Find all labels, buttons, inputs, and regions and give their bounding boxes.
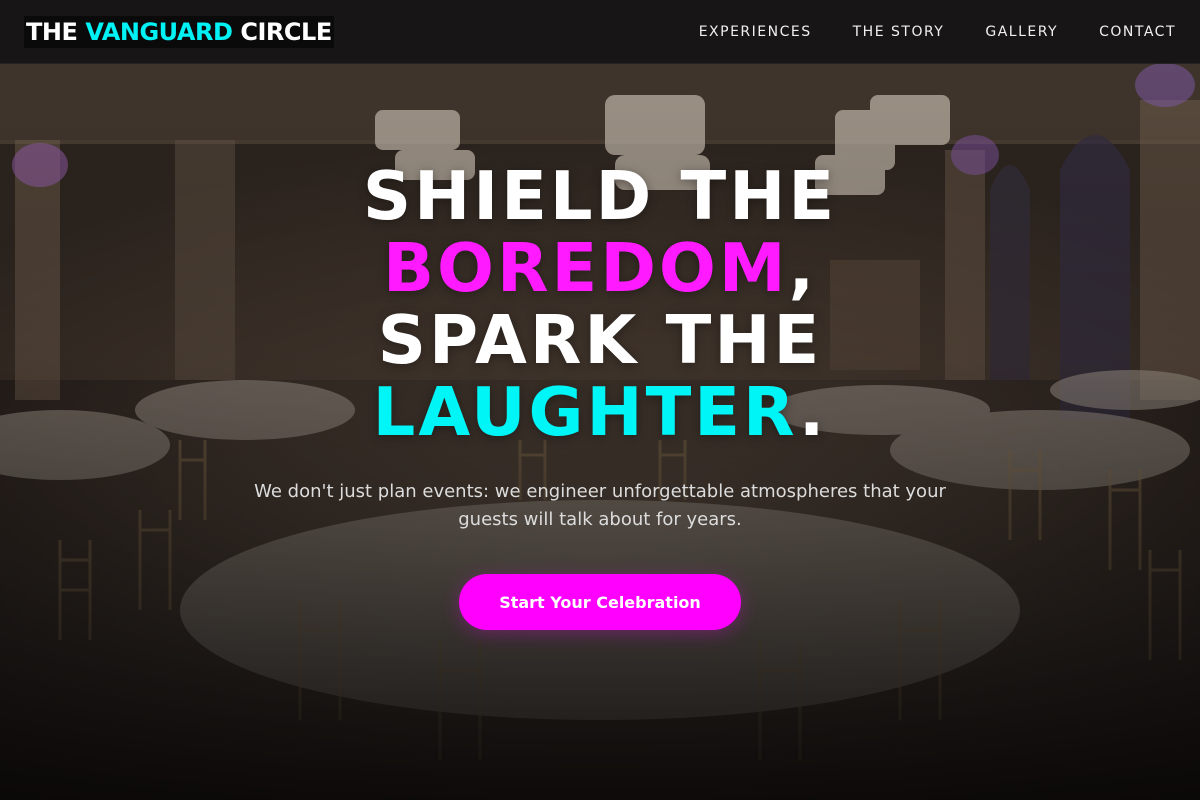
site-header: THE VANGUARD CIRCLE EXPERIENCES THE STOR… xyxy=(0,0,1200,64)
hero-headline: SHIELD THE BOREDOM, SPARK THE LAUGHTER. xyxy=(363,160,837,448)
hero-subtitle: We don't just plan events: we engineer u… xyxy=(254,481,946,530)
logo-word-the: THE xyxy=(26,17,78,46)
main-nav: EXPERIENCES THE STORY GALLERY CONTACT xyxy=(699,24,1176,40)
headline-accent-boredom: BOREDOM xyxy=(382,229,789,307)
headline-period: . xyxy=(798,373,828,451)
logo-word-circle: CIRCLE xyxy=(240,17,332,46)
brand-logo[interactable]: THE VANGUARD CIRCLE xyxy=(24,15,334,48)
hero-section: SHIELD THE BOREDOM, SPARK THE LAUGHTER. … xyxy=(0,160,1200,630)
start-celebration-button[interactable]: Start Your Celebration xyxy=(459,574,741,630)
nav-link-experiences[interactable]: EXPERIENCES xyxy=(699,24,812,40)
headline-accent-laughter: LAUGHTER xyxy=(372,373,799,451)
headline-line-3: SPARK THE xyxy=(377,301,823,379)
nav-link-gallery[interactable]: GALLERY xyxy=(985,24,1058,40)
headline-line-2: BOREDOM, xyxy=(363,232,837,304)
nav-link-the-story[interactable]: THE STORY xyxy=(853,24,945,40)
nav-link-contact[interactable]: CONTACT xyxy=(1099,24,1176,40)
headline-comma: , xyxy=(788,229,818,307)
headline-line-1: SHIELD THE xyxy=(362,157,838,235)
headline-line-4: LAUGHTER. xyxy=(363,376,837,448)
logo-word-vanguard: VANGUARD xyxy=(85,17,233,46)
